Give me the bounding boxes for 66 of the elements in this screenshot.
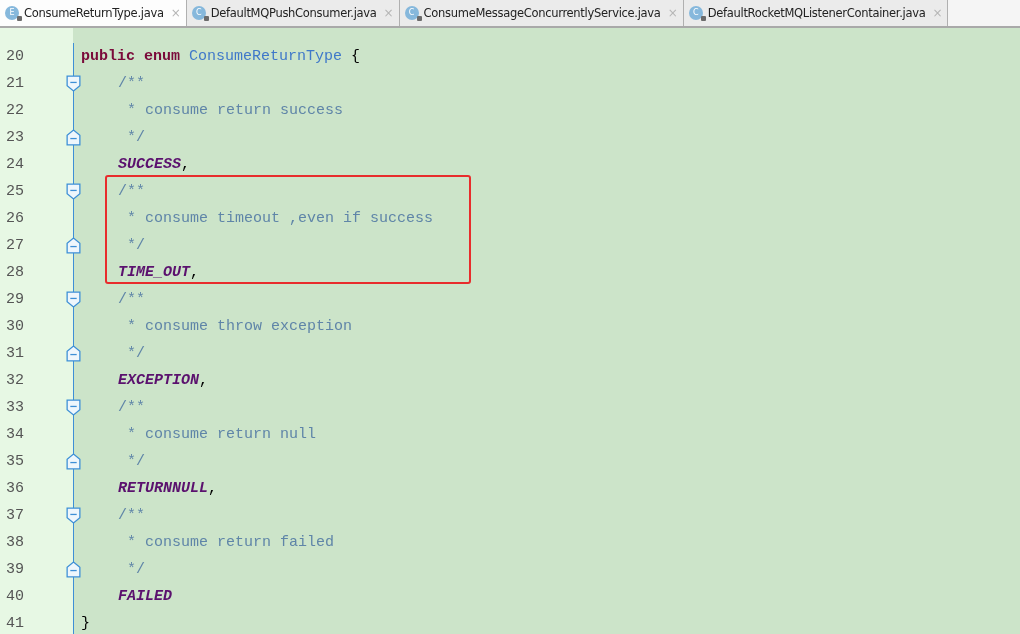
fold-marker-icon[interactable] <box>66 183 81 200</box>
code-line: } <box>81 615 90 632</box>
code-line: TIME_OUT, <box>118 264 200 281</box>
line-number: 21 <box>5 75 25 92</box>
line-number: 27 <box>5 237 25 254</box>
line-number: 28 <box>5 264 25 281</box>
editor-tab[interactable]: C DefaultRocketMQListenerContainer.java × <box>683 0 949 26</box>
line-number: 20 <box>5 48 25 65</box>
line-number: 31 <box>5 345 25 362</box>
fold-marker-icon[interactable] <box>66 453 81 470</box>
line-number: 37 <box>5 507 25 524</box>
fold-marker-icon[interactable] <box>66 291 81 308</box>
fold-marker-icon[interactable] <box>66 345 81 362</box>
editor-tab[interactable]: C ConsumeMessageConcurrentlyService.java × <box>399 0 684 26</box>
code-line: /** <box>118 291 145 308</box>
line-number: 23 <box>5 129 25 146</box>
fold-marker-icon[interactable] <box>66 399 81 416</box>
line-number: 36 <box>5 480 25 497</box>
code-line: public enum ConsumeReturnType { <box>81 48 361 65</box>
line-number: 33 <box>5 399 25 416</box>
editor-tab[interactable]: C DefaultMQPushConsumer.java × <box>186 0 400 26</box>
line-number: 25 <box>5 183 25 200</box>
tab-label: ConsumeReturnType.java <box>23 6 164 20</box>
editor-tab[interactable]: E ConsumeReturnType.java × <box>0 0 187 26</box>
code-line: EXCEPTION, <box>118 372 209 389</box>
line-number: 39 <box>5 561 25 578</box>
code-line: * consume return success <box>127 102 344 119</box>
code-line: /** <box>118 75 145 92</box>
class-file-icon: C <box>191 6 206 20</box>
code-line: /** <box>118 183 145 200</box>
code-line: */ <box>127 237 145 254</box>
code-line: */ <box>127 129 145 146</box>
tab-label: DefaultMQPushConsumer.java <box>209 6 377 20</box>
code-line: FAILED <box>118 588 172 605</box>
line-number: 22 <box>5 102 25 119</box>
line-number: 34 <box>5 426 25 443</box>
fold-marker-icon[interactable] <box>66 507 81 524</box>
fold-marker-icon[interactable] <box>66 75 81 92</box>
code-line: * consume timeout ,even if success <box>127 210 434 227</box>
line-number: 30 <box>5 318 25 335</box>
code-line: RETURNNULL, <box>118 480 218 497</box>
line-number: 32 <box>5 372 25 389</box>
code-line: * consume throw exception <box>127 318 353 335</box>
code-line: SUCCESS, <box>118 156 191 173</box>
line-number: 29 <box>5 291 25 308</box>
line-number: 24 <box>5 156 25 173</box>
class-file-icon: C <box>404 6 419 20</box>
code-line: */ <box>127 453 145 470</box>
line-number: 38 <box>5 534 25 551</box>
code-line: */ <box>127 345 145 362</box>
tab-label: ConsumeMessageConcurrentlyService.java <box>422 6 661 20</box>
class-file-icon: E <box>5 6 19 20</box>
code-line: /** <box>118 507 145 524</box>
fold-marker-icon[interactable] <box>66 129 81 146</box>
code-line: */ <box>127 561 145 578</box>
line-number: 40 <box>5 588 25 605</box>
tab-label: DefaultRocketMQListenerContainer.java <box>706 6 926 20</box>
code-line: * consume return null <box>127 426 317 443</box>
line-number: 26 <box>5 210 25 227</box>
fold-marker-icon[interactable] <box>66 237 81 254</box>
line-number: 41 <box>5 615 25 632</box>
line-number: 35 <box>5 453 25 470</box>
fold-marker-icon[interactable] <box>66 561 81 578</box>
code-line: * consume return failed <box>127 534 335 551</box>
class-file-icon: C <box>688 6 703 20</box>
code-line: /** <box>118 399 145 416</box>
